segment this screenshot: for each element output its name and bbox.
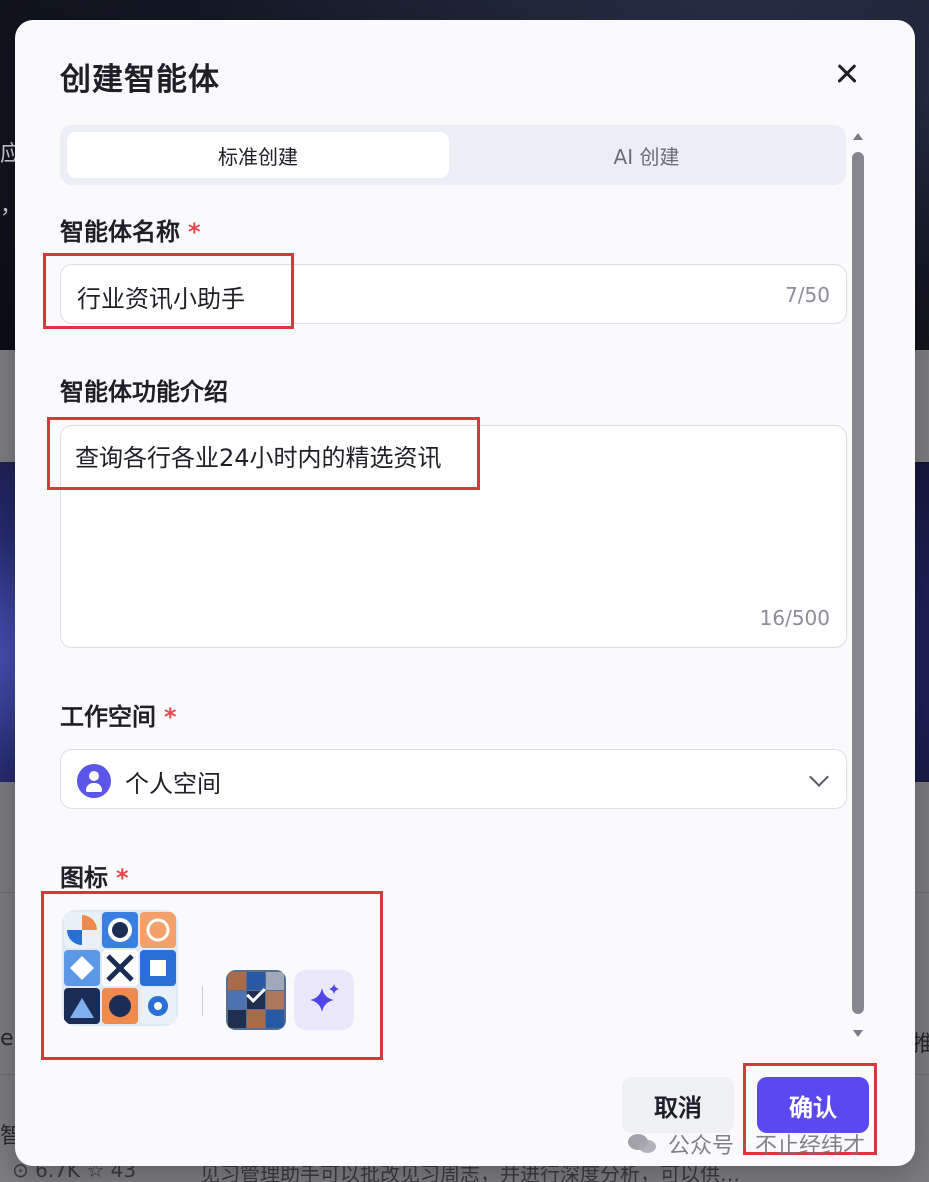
required-mark: * [188, 218, 201, 246]
tab-ai-create[interactable]: AI 创建 [454, 132, 839, 178]
annotation-box-name [43, 253, 294, 329]
agent-name-counter: 7/50 [785, 283, 830, 307]
required-mark: * [164, 703, 177, 731]
required-mark: * [116, 864, 129, 892]
chevron-down-icon [809, 767, 829, 787]
icon-label: 图标 * [60, 858, 129, 893]
wechat-logo-icon [628, 1132, 658, 1154]
workspace-label-text: 工作空间 [60, 703, 156, 731]
dialog-title: 创建智能体 [60, 62, 220, 98]
close-icon[interactable] [827, 54, 867, 94]
agent-intro-counter: 16/500 [759, 606, 830, 630]
user-icon [77, 764, 111, 798]
annotation-box-icon [41, 891, 383, 1060]
workspace-selected-value: 个人空间 [125, 770, 221, 798]
scroll-up-arrow[interactable] [853, 133, 863, 140]
tab-standard-create[interactable]: 标准创建 [67, 132, 449, 178]
icon-label-text: 图标 [60, 864, 108, 892]
agent-name-label-text: 智能体名称 [60, 218, 180, 246]
workspace-select[interactable]: 个人空间 [60, 749, 847, 809]
creation-mode-tabs: 标准创建 AI 创建 [60, 125, 846, 185]
agent-name-label: 智能体名称 * [60, 212, 201, 247]
scroll-down-arrow[interactable] [853, 1030, 863, 1037]
scrollbar-thumb[interactable] [852, 152, 864, 1014]
cancel-button[interactable]: 取消 [622, 1077, 734, 1133]
watermark: 公众号 · 不止经纬才 [668, 1134, 865, 1159]
workspace-label: 工作空间 * [60, 697, 177, 732]
annotation-box-intro [47, 417, 480, 490]
agent-intro-label: 智能体功能介绍 [60, 378, 228, 406]
